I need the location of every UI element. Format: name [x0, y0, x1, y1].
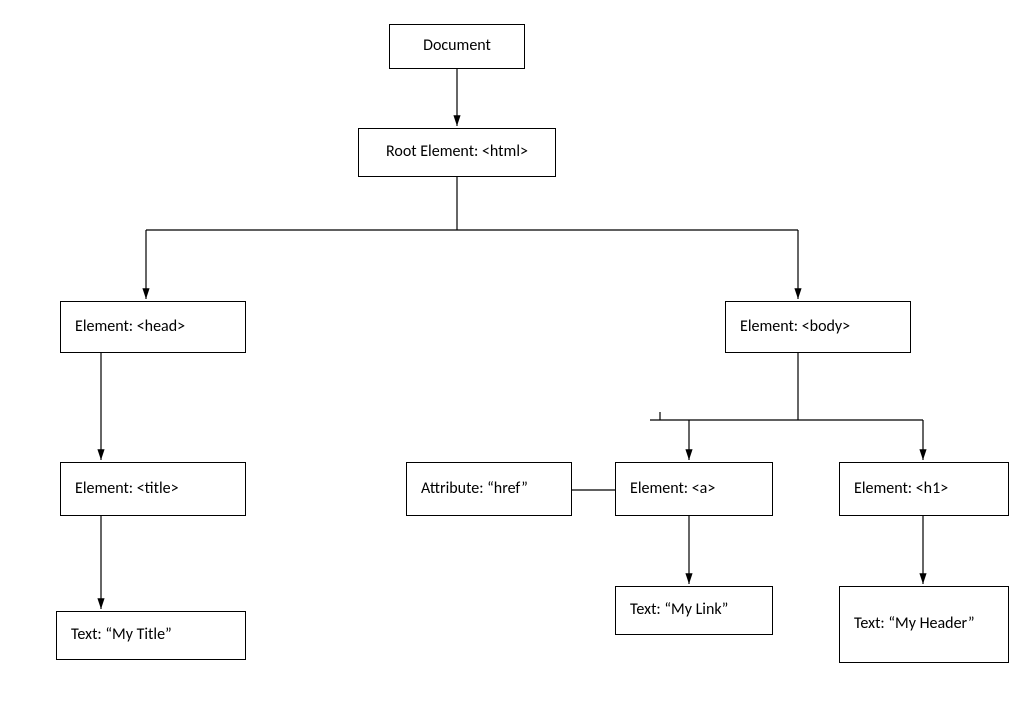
node-head: Element: <head> [60, 301, 246, 353]
node-title: Element: <title> [60, 462, 246, 516]
node-head-label: Element: <head> [75, 316, 185, 338]
node-body-label: Element: <body> [740, 316, 850, 338]
node-title-label: Element: <title> [75, 478, 179, 500]
node-document-label: Document [423, 35, 491, 57]
node-text-header-label: Text: “My Header” [854, 613, 975, 635]
node-text-title: Text: “My Title” [56, 611, 246, 660]
node-h1: Element: <h1> [839, 462, 1009, 516]
node-h1-label: Element: <h1> [854, 478, 948, 500]
node-text-title-label: Text: “My Title” [71, 624, 172, 646]
node-document: Document [389, 24, 525, 69]
node-body: Element: <body> [725, 301, 911, 353]
node-root: Root Element: <html> [358, 128, 556, 177]
node-root-label: Root Element: <html> [386, 141, 528, 163]
node-a-label: Element: <a> [630, 478, 715, 500]
node-href: Attribute: “href” [406, 462, 572, 516]
node-href-label: Attribute: “href” [421, 478, 528, 500]
node-a: Element: <a> [615, 462, 773, 516]
node-text-header: Text: “My Header” [839, 586, 1009, 663]
node-text-link-label: Text: “My Link” [630, 599, 728, 621]
node-text-link: Text: “My Link” [615, 586, 773, 635]
